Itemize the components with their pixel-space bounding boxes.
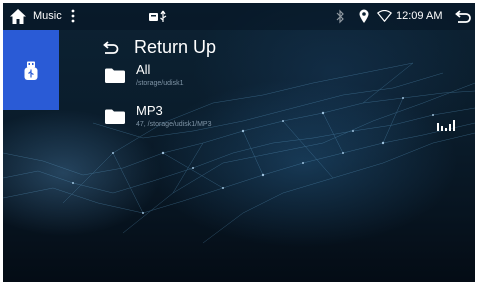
return-arrow-icon (103, 41, 119, 54)
app-name: Music (33, 10, 62, 22)
usb-icon (24, 61, 38, 80)
bluetooth-icon (336, 9, 344, 24)
music-app-screen: Music 12:09 AM Return Up All /storage/ud… (3, 3, 475, 282)
return-up-label: Return Up (134, 37, 217, 57)
folder-name: All (136, 62, 151, 77)
status-bar: Music 12:09 AM (3, 3, 475, 30)
back-icon[interactable] (455, 9, 471, 24)
clock: 12:09 AM (396, 10, 443, 22)
folder-item-all[interactable]: All /storage/udisk1 (105, 62, 405, 92)
home-icon[interactable] (9, 8, 27, 25)
wifi-icon (377, 10, 392, 22)
return-up-button[interactable]: Return Up (103, 36, 273, 58)
folder-path: 47, /storage/udisk1/MP3 (136, 121, 212, 128)
more-vert-icon[interactable] (69, 7, 77, 25)
sidebar-tab-usb[interactable] (3, 30, 59, 110)
folder-path: /storage/udisk1 (136, 80, 184, 87)
location-icon (359, 9, 369, 23)
usb-storage-icon (149, 10, 167, 22)
folder-item-mp3[interactable]: MP3 47, /storage/udisk1/MP3 (105, 103, 405, 133)
folder-name: MP3 (136, 103, 163, 118)
now-playing-equalizer-icon (437, 120, 455, 131)
folder-icon (105, 68, 125, 83)
folder-icon (105, 109, 125, 124)
